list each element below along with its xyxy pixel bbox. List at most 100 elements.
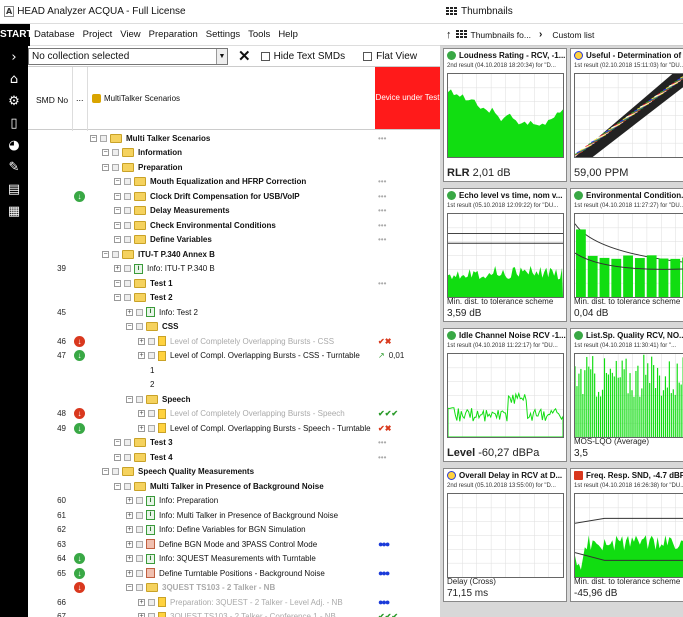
tree-row[interactable]: − Preparation <box>28 160 440 175</box>
gears-icon[interactable]: ⚙ <box>0 90 28 112</box>
tree-node[interactable]: − Test 1 <box>114 278 173 288</box>
hide-text-smds-checkbox[interactable]: Hide Text SMDs <box>260 51 345 62</box>
node-checkbox[interactable] <box>124 192 131 200</box>
tree-node[interactable]: − Speech <box>126 394 190 404</box>
node-checkbox[interactable] <box>100 134 107 142</box>
tree-node[interactable]: + Level of Compl. Overlapping Bursts - CS… <box>138 350 360 361</box>
node-checkbox[interactable] <box>148 337 155 345</box>
start-button[interactable]: START <box>0 23 33 46</box>
clear-collection-icon[interactable]: ✕ <box>238 47 251 65</box>
node-checkbox[interactable] <box>136 569 143 577</box>
tree-node[interactable]: + i Info: Test 2 <box>126 307 198 318</box>
tree-row[interactable]: 65 ↓ + Define Turntable Positions - Backgro… <box>28 566 440 581</box>
tree-row[interactable]: − CSS <box>28 320 440 335</box>
tree-row[interactable]: 60 + i Info: Preparation <box>28 494 440 509</box>
expand-toggle-icon[interactable]: − <box>114 207 121 215</box>
tree-row[interactable]: − Speech <box>28 392 440 407</box>
node-checkbox[interactable] <box>148 613 155 617</box>
node-checkbox[interactable] <box>112 468 119 476</box>
column-smd-no[interactable]: SMD No <box>36 95 68 105</box>
expand-toggle-icon[interactable]: − <box>114 279 121 287</box>
expand-toggle-icon[interactable]: − <box>114 192 121 200</box>
node-checkbox[interactable] <box>124 279 131 287</box>
node-checkbox[interactable] <box>124 178 131 186</box>
tree-node[interactable]: + i Info: 3QUEST Measurements with Turntab… <box>126 553 316 564</box>
node-checkbox[interactable] <box>124 236 131 244</box>
expand-toggle-icon[interactable]: − <box>114 482 121 490</box>
thumbnail-card[interactable]: Idle Channel Noise RCV -1... 1st result (… <box>443 328 567 462</box>
node-checkbox[interactable] <box>112 163 119 171</box>
tree-row[interactable]: 67 +3QUEST TS103 - 2 Talker - Conference … <box>28 610 440 617</box>
tree-row[interactable]: − ITU-T P.340 Annex B <box>28 247 440 262</box>
tree-node[interactable]: − Information <box>102 148 182 158</box>
grid-view-icon[interactable]: ▦ <box>0 200 28 222</box>
expand-toggle-icon[interactable]: − <box>126 323 133 331</box>
tree-row[interactable]: ↓ − Clock Drift Compensation for USB/VoIP •… <box>28 189 440 204</box>
node-checkbox[interactable] <box>124 221 131 229</box>
home-icon[interactable]: ⌂ <box>0 68 28 90</box>
tree-node[interactable]: + Level of Compl. Overlapping Bursts - Sp… <box>138 423 371 434</box>
tree-node[interactable]: − 3QUEST TS103 - 2 Talker - NB <box>126 583 275 593</box>
tree-node[interactable]: − ITU-T P.340 Annex B <box>102 249 215 259</box>
tree-row[interactable]: 63 + Define BGN Mode and 3PASS Control Mod… <box>28 537 440 552</box>
tree-row[interactable]: 45 + i Info: Test 2 <box>28 305 440 320</box>
expand-toggle-icon[interactable]: − <box>102 468 109 476</box>
tree-row[interactable]: − Check Environmental Conditions ••• <box>28 218 440 233</box>
pie-chart-icon[interactable]: ◕ <box>0 134 28 156</box>
expand-toggle-icon[interactable]: + <box>114 265 121 273</box>
breadcrumb-custom-list[interactable]: Custom list <box>552 30 594 40</box>
tree-node[interactable]: − Multi Talker Scenarios <box>90 133 210 143</box>
tree-row[interactable]: 47 ↓ + Level of Compl. Overlapping Bursts -… <box>28 349 440 364</box>
tree-node[interactable]: − Preparation <box>102 162 182 172</box>
menu-view[interactable]: View <box>116 29 144 40</box>
tree-node[interactable]: + Define Turntable Positions - Background… <box>126 568 325 579</box>
node-checkbox[interactable] <box>136 511 143 519</box>
column-name[interactable]: MultiTalker Scenarios <box>92 94 180 103</box>
tree-node[interactable]: − Delay Measurements <box>114 206 230 216</box>
node-checkbox[interactable] <box>136 323 143 331</box>
node-checkbox[interactable] <box>148 410 155 418</box>
tree-row[interactable]: 64 ↓ + i Info: 3QUEST Measurements with Turn… <box>28 552 440 567</box>
node-checkbox[interactable] <box>124 439 131 447</box>
menu-project[interactable]: Project <box>79 29 117 40</box>
menu-settings[interactable]: Settings <box>202 29 244 40</box>
tree-row[interactable]: 2 <box>28 378 440 393</box>
tree-row[interactable]: 48 ↓ + Level of Completely Overlapping Burs… <box>28 407 440 422</box>
tree-row[interactable]: 46 ↓ + Level of Completely Overlapping Burs… <box>28 334 440 349</box>
expand-toggle-icon[interactable]: − <box>102 163 109 171</box>
tree-row[interactable]: − Multi Talker Scenarios ••• <box>28 131 440 146</box>
node-checkbox[interactable] <box>136 540 143 548</box>
tree-node[interactable]: +3QUEST TS103 - 2 Talker - Conference 1 … <box>138 611 336 617</box>
tree-row[interactable]: − Test 1 ••• <box>28 276 440 291</box>
expand-toggle-icon[interactable]: − <box>114 221 121 229</box>
tree-row[interactable]: − Test 3 ••• <box>28 436 440 451</box>
expand-toggle-icon[interactable]: + <box>138 598 145 606</box>
node-checkbox[interactable] <box>124 294 131 302</box>
checkbox-box[interactable] <box>260 51 270 61</box>
tree-node[interactable]: + i Info: ITU-T P.340 B <box>114 263 215 274</box>
tree-row[interactable]: 39 + i Info: ITU-T P.340 B <box>28 262 440 277</box>
tree-row[interactable]: − Test 2 <box>28 291 440 306</box>
thumbnail-card[interactable]: Overall Delay in RCV at D... 2nd result (… <box>443 468 567 602</box>
node-checkbox[interactable] <box>136 308 143 316</box>
node-checkbox[interactable] <box>148 598 155 606</box>
thumbnail-card[interactable]: Freq. Resp. SND, -4.7 dBPa 1st result (04… <box>570 468 683 602</box>
menu-database[interactable]: Database <box>30 29 79 40</box>
tree-node[interactable]: − Multi Talker in Presence of Background … <box>114 481 324 491</box>
expand-toggle-icon[interactable]: + <box>126 497 133 505</box>
up-arrow-icon[interactable]: ↑ <box>446 29 452 41</box>
node-checkbox[interactable] <box>136 395 143 403</box>
tree-node[interactable]: + Level of Completely Overlapping Bursts … <box>138 408 345 419</box>
thumbnail-card[interactable]: Echo level vs time, nom v... 1st result (… <box>443 188 567 322</box>
expand-toggle-icon[interactable]: + <box>126 540 133 548</box>
tree-row[interactable]: − Speech Quality Measurements <box>28 465 440 480</box>
tree-row[interactable]: ↓ − 3QUEST TS103 - 2 Talker - NB <box>28 581 440 596</box>
tree-node[interactable]: − Test 2 <box>114 293 173 303</box>
expand-toggle-icon[interactable]: − <box>90 134 97 142</box>
expand-toggle-icon[interactable]: − <box>102 250 109 258</box>
thumbnail-card[interactable]: Environmental Condition... 1st result (04… <box>570 188 683 322</box>
node-checkbox[interactable] <box>136 555 143 563</box>
tree-node[interactable]: + i Info: Preparation <box>126 495 218 506</box>
node-checkbox[interactable] <box>124 265 131 273</box>
tree-row[interactable]: − Multi Talker in Presence of Background … <box>28 479 440 494</box>
